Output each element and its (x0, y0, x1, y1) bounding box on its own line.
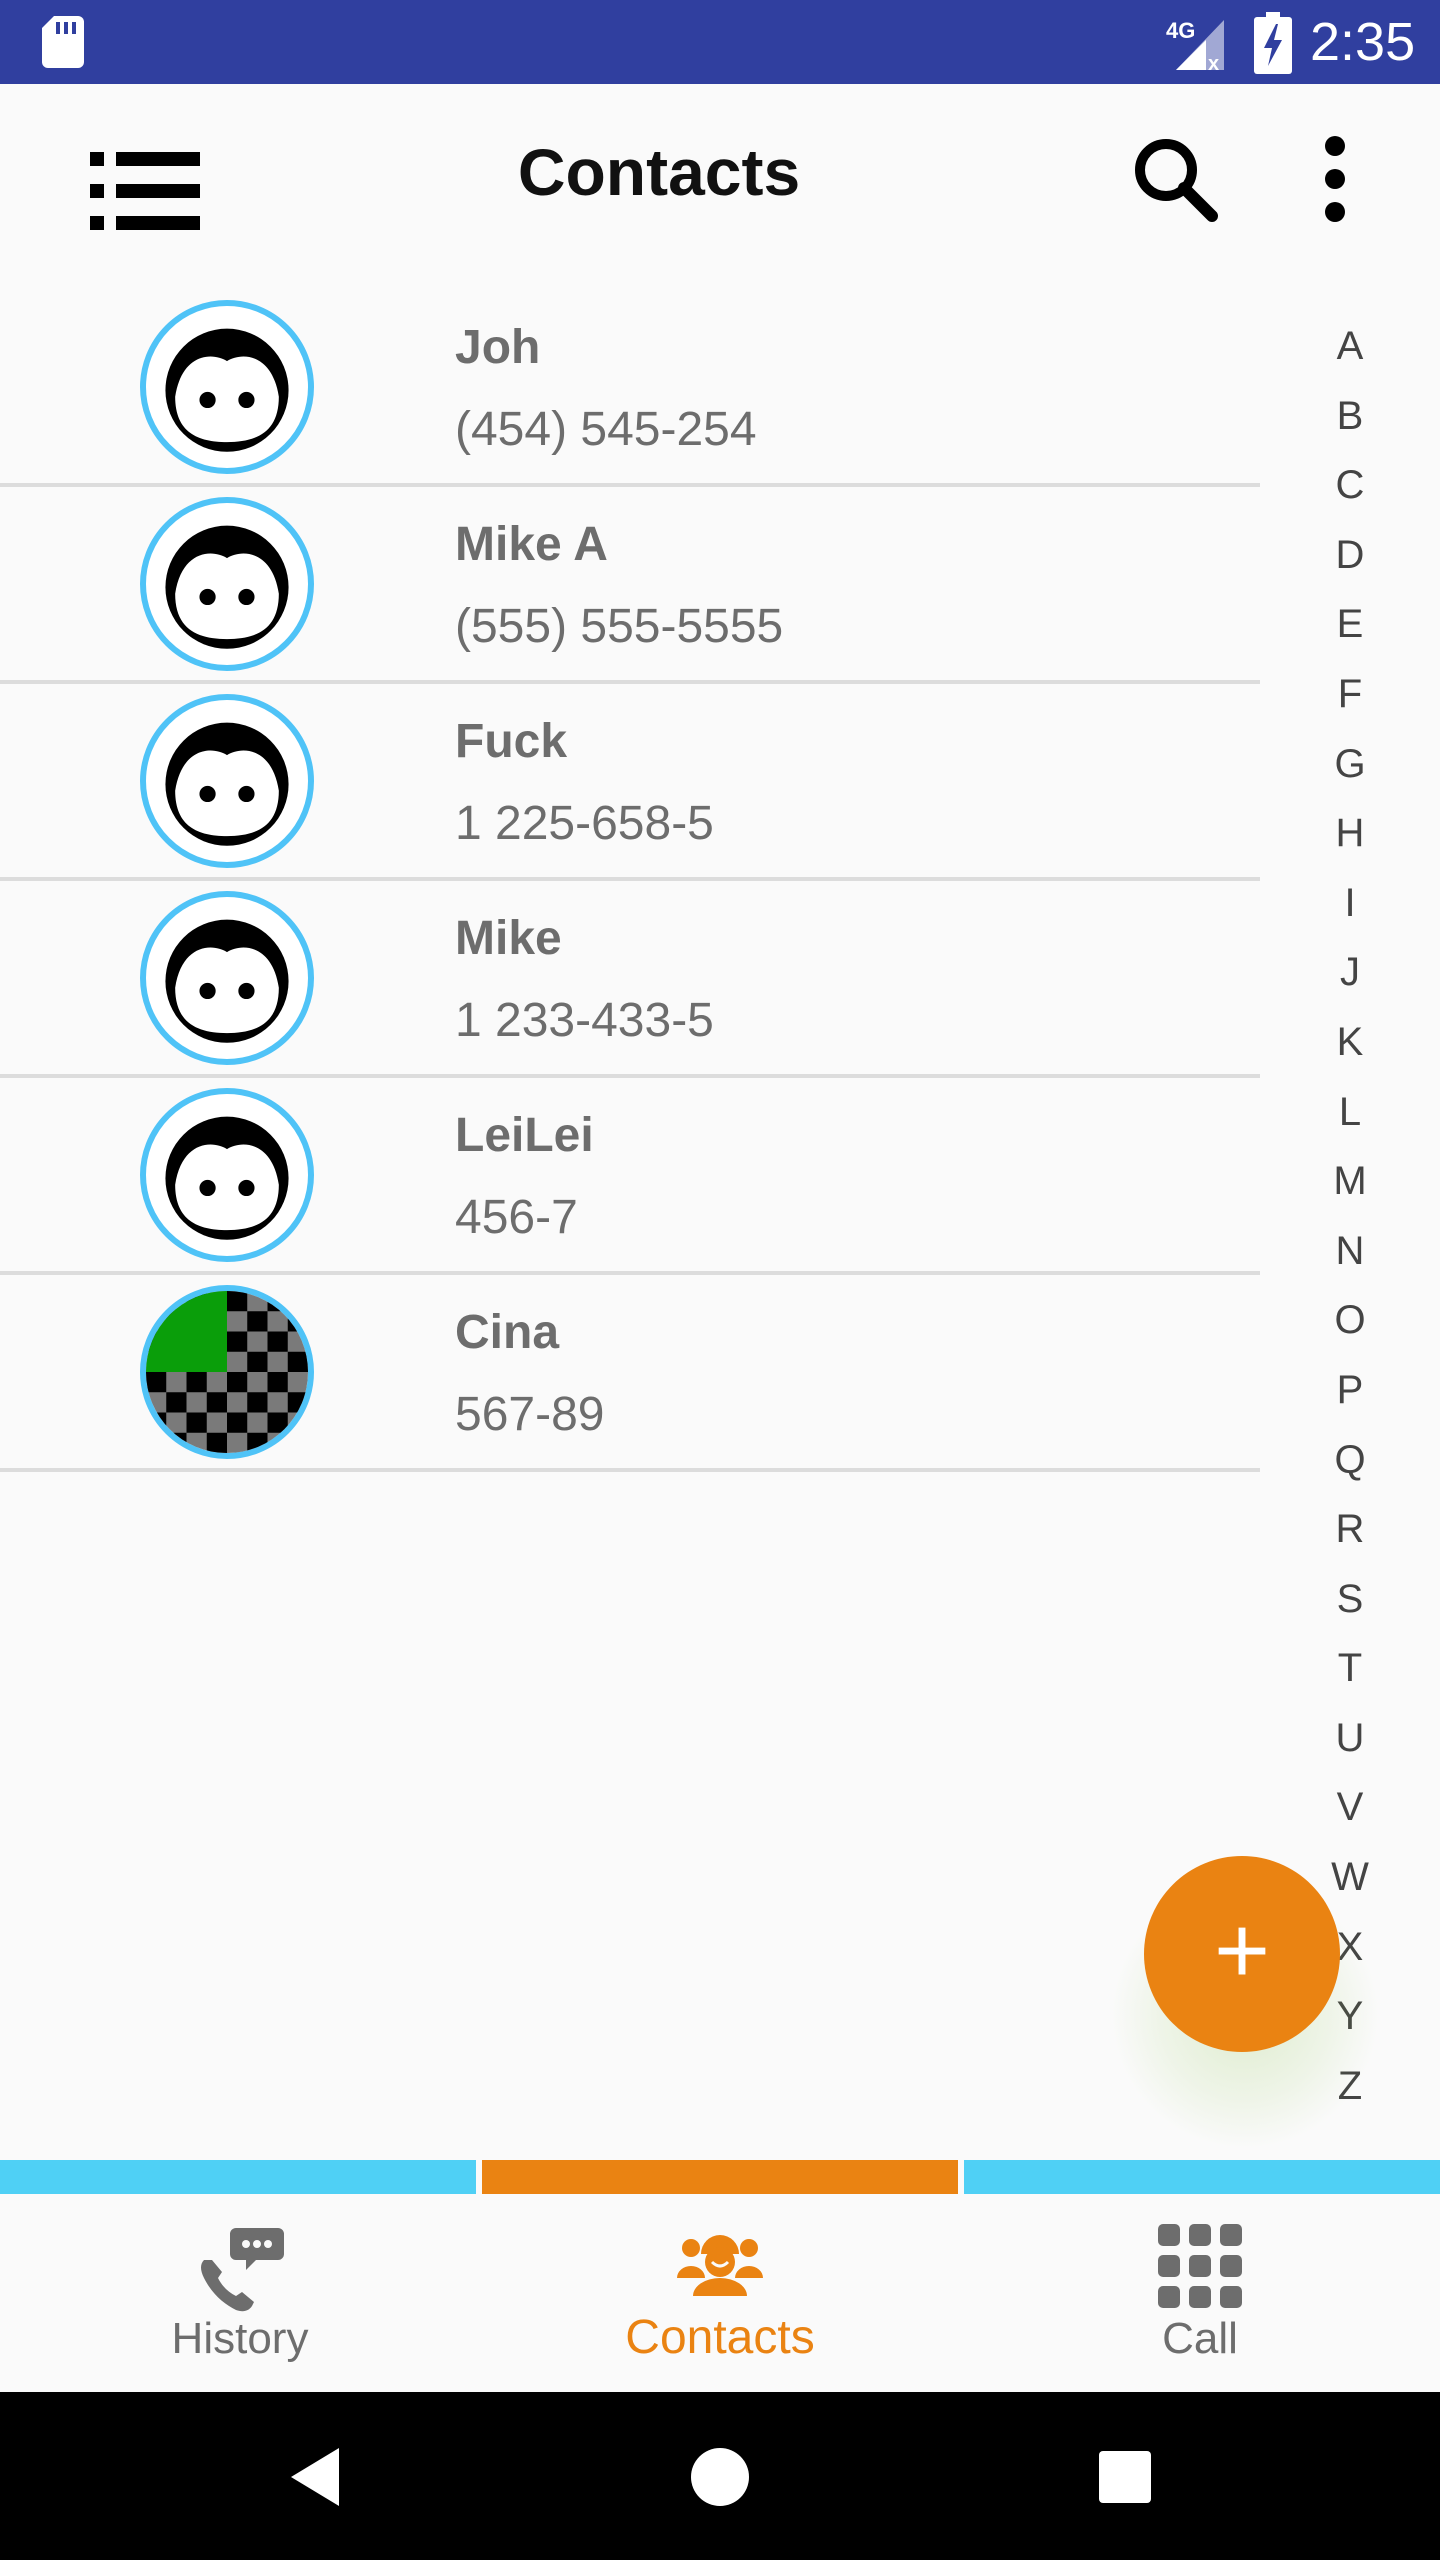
alphabet-letter[interactable]: K (1310, 1008, 1390, 1078)
home-icon[interactable] (670, 2432, 770, 2522)
contact-phone: 567-89 (455, 1388, 605, 1441)
svg-text:4G: 4G (1166, 18, 1195, 43)
face-icon (140, 891, 314, 1065)
contact-phone: 1 233-433-5 (455, 994, 714, 1047)
bottom-navigation: History Contacts Call (0, 2194, 1440, 2392)
alphabet-letter[interactable]: R (1310, 1495, 1390, 1565)
contact-name: Cina (455, 1306, 560, 1359)
add-contact-button[interactable]: + (1144, 1856, 1340, 2052)
sd-card-icon (42, 16, 84, 68)
alphabet-letter[interactable]: S (1310, 1565, 1390, 1635)
alphabet-letter[interactable]: Q (1310, 1426, 1390, 1496)
dialpad-icon (1158, 2224, 1242, 2308)
tab-indicator-contacts (482, 2160, 958, 2194)
contact-phone: 456-7 (455, 1191, 578, 1244)
alphabet-letter[interactable]: D (1310, 521, 1390, 591)
tab-call-label: Call (1162, 2314, 1238, 2363)
alphabet-letter[interactable]: G (1310, 730, 1390, 800)
back-icon[interactable] (265, 2432, 365, 2522)
more-vert-icon[interactable] (1290, 124, 1380, 234)
contact-name: Mike (455, 912, 562, 965)
alphabet-letter[interactable]: L (1310, 1078, 1390, 1148)
contact-name: LeiLei (455, 1109, 594, 1162)
search-icon[interactable] (1120, 124, 1230, 234)
system-nav-bar (0, 2392, 1440, 2560)
face-icon (140, 694, 314, 868)
face-icon (140, 300, 314, 474)
alphabet-index[interactable]: ABCDEFGHIJKLMNOPQRSTUVWXYZ (1310, 312, 1390, 2121)
tab-indicators (0, 2160, 1440, 2194)
group-icon (677, 2235, 763, 2296)
alphabet-letter[interactable]: T (1310, 1634, 1390, 1704)
alphabet-letter[interactable]: J (1310, 938, 1390, 1008)
contact-phone: (454) 545-254 (455, 403, 757, 456)
contact-row[interactable]: Fuck 1 225-658-5 (0, 684, 1260, 881)
alphabet-letter[interactable]: V (1310, 1773, 1390, 1843)
contact-name: Joh (455, 321, 541, 374)
alphabet-letter[interactable]: O (1310, 1286, 1390, 1356)
contact-row[interactable]: Mike A (555) 555-5555 (0, 487, 1260, 684)
tab-contacts[interactable]: Contacts (480, 2194, 960, 2392)
alphabet-letter[interactable]: H (1310, 799, 1390, 869)
contact-row[interactable]: LeiLei 456-7 (0, 1078, 1260, 1275)
tab-call[interactable]: Call (960, 2194, 1440, 2392)
tab-history-label: History (171, 2314, 309, 2363)
alphabet-letter[interactable]: I (1310, 869, 1390, 939)
contact-photo (140, 1285, 314, 1459)
face-icon (140, 1088, 314, 1262)
contact-row[interactable]: Cina 567-89 (0, 1275, 1260, 1472)
tab-history[interactable]: History (0, 2194, 480, 2392)
status-bar: 4G x 2:35 (0, 0, 1440, 84)
app-bar: Contacts (0, 84, 1440, 280)
signal-icon: 4G x (1166, 18, 1224, 72)
alphabet-letter[interactable]: F (1310, 660, 1390, 730)
tab-indicator-call (964, 2160, 1440, 2194)
phone-chat-icon (201, 2228, 284, 2312)
plus-icon: + (1213, 1897, 1271, 2004)
alphabet-letter[interactable]: B (1310, 382, 1390, 452)
alphabet-letter[interactable]: C (1310, 451, 1390, 521)
contact-phone: 1 225-658-5 (455, 797, 714, 850)
alphabet-letter[interactable]: U (1310, 1704, 1390, 1774)
contact-name: Mike A (455, 518, 608, 571)
alphabet-letter[interactable]: A (1310, 312, 1390, 382)
alphabet-letter[interactable]: P (1310, 1356, 1390, 1426)
alphabet-letter[interactable]: M (1310, 1147, 1390, 1217)
contact-name: Fuck (455, 715, 568, 768)
recents-icon[interactable] (1075, 2432, 1175, 2522)
contact-phone: (555) 555-5555 (455, 600, 784, 653)
contact-list: Joh (454) 545-254 Mike A (555) 555-5555 Fuck… (0, 290, 1260, 1472)
svg-text:x: x (1208, 53, 1219, 72)
clock: 2:35 (1310, 12, 1416, 72)
contact-row[interactable]: Joh (454) 545-254 (0, 290, 1260, 487)
alphabet-letter[interactable]: E (1310, 590, 1390, 660)
tab-contacts-label: Contacts (625, 2311, 815, 2364)
face-icon (140, 497, 314, 671)
tab-indicator-history (0, 2160, 476, 2194)
alphabet-letter[interactable]: N (1310, 1217, 1390, 1287)
battery-charging-icon (1254, 12, 1292, 74)
contact-row[interactable]: Mike 1 233-433-5 (0, 881, 1260, 1078)
